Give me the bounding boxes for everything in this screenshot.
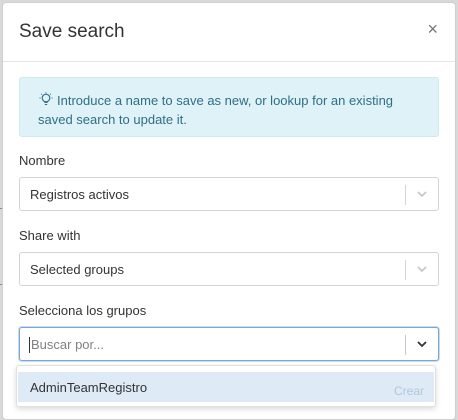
select-separator bbox=[405, 260, 406, 280]
close-button[interactable]: × bbox=[427, 18, 438, 40]
groups-placeholder: Buscar por... bbox=[31, 337, 104, 352]
lightbulb-icon bbox=[39, 92, 53, 106]
groups-dropdown-menu: AdminTeamRegistro Crear bbox=[16, 365, 436, 407]
share-value: Selected groups bbox=[30, 262, 124, 277]
share-label: Share with bbox=[19, 228, 81, 243]
chevron-down-icon[interactable] bbox=[416, 189, 428, 199]
chevron-down-icon[interactable] bbox=[416, 264, 428, 274]
modal-header: Save search × bbox=[3, 3, 455, 62]
save-search-modal: Save search × Introduce a name to save a… bbox=[2, 2, 456, 420]
groups-label: Selecciona los grupos bbox=[19, 303, 147, 318]
option-label: AdminTeamRegistro bbox=[30, 380, 148, 395]
name-value: Registros activos bbox=[30, 187, 129, 202]
select-separator bbox=[405, 335, 406, 355]
share-select[interactable]: Selected groups bbox=[19, 252, 439, 286]
name-label: Nombre bbox=[19, 153, 66, 168]
modal-title: Save search bbox=[19, 21, 125, 42]
info-text: Introduce a name to save as new, or look… bbox=[38, 93, 394, 127]
name-select[interactable]: Registros activos bbox=[19, 177, 439, 211]
dropdown-option[interactable]: AdminTeamRegistro Crear bbox=[18, 372, 434, 402]
info-alert: Introduce a name to save as new, or look… bbox=[19, 77, 439, 137]
chevron-down-icon[interactable] bbox=[416, 339, 428, 349]
text-caret bbox=[29, 337, 30, 353]
create-option-button[interactable]: Crear bbox=[394, 384, 424, 398]
groups-search-input[interactable]: Buscar por... bbox=[19, 327, 439, 361]
select-separator bbox=[405, 185, 406, 205]
